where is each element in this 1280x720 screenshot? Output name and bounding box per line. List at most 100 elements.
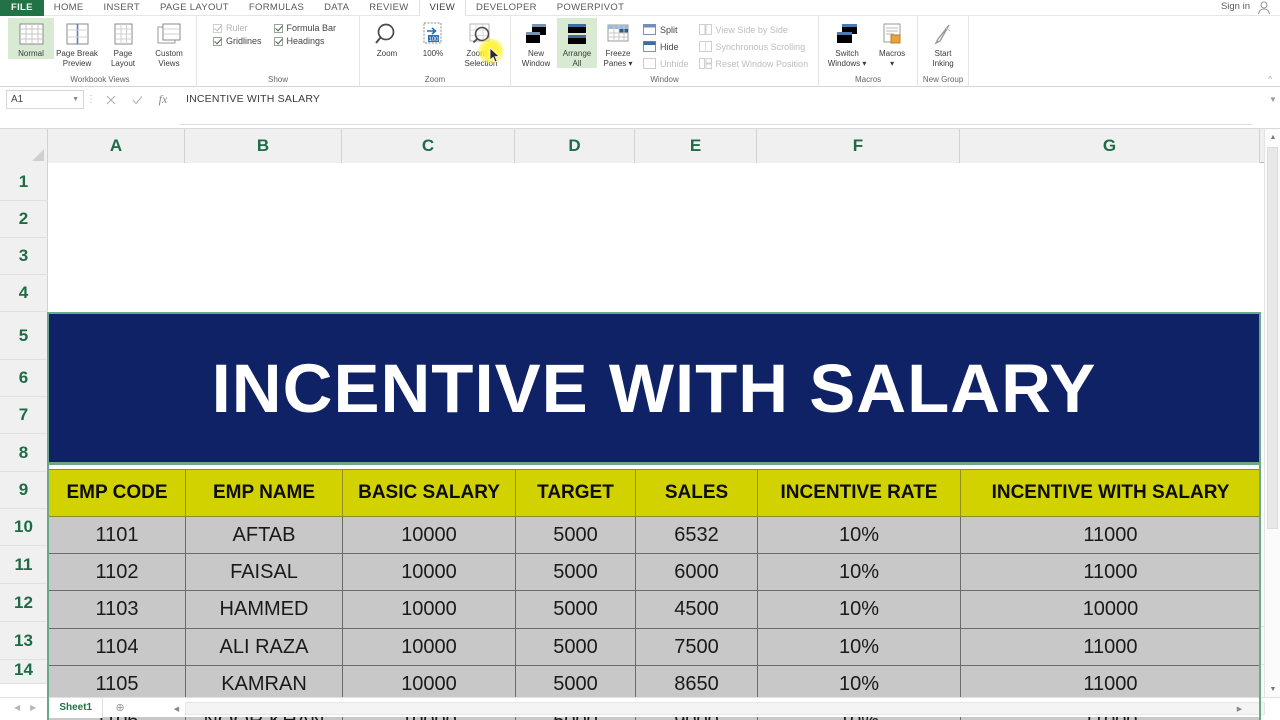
collapse-ribbon-button[interactable]: ^	[1268, 75, 1272, 84]
cell-target[interactable]: 5000	[515, 553, 636, 591]
start-inking-button[interactable]: Start Inking	[922, 18, 964, 68]
vertical-scroll-thumb[interactable]	[1267, 147, 1278, 529]
table-header-cell[interactable]: EMP NAME	[185, 469, 343, 517]
cell-sales[interactable]: 7500	[635, 628, 758, 666]
row-header-label[interactable]: 11	[0, 546, 48, 584]
row-header-label[interactable]: 12	[0, 584, 48, 622]
row-header-label[interactable]: 4	[0, 275, 48, 312]
row-header-label[interactable]: 5	[0, 312, 48, 360]
vertical-scrollbar[interactable]: ▲ ▼	[1264, 129, 1280, 697]
column-header-d[interactable]: D	[515, 129, 635, 163]
cell-basic-salary[interactable]: 10000	[342, 553, 516, 591]
column-header-c[interactable]: C	[342, 129, 515, 163]
zoom-to-selection-button[interactable]: Zoom to Selection	[456, 18, 506, 68]
freeze-panes-button[interactable]: Freeze Panes ▾	[597, 18, 639, 68]
cell-incentive-rate[interactable]: 10%	[757, 516, 961, 554]
cell-emp-name[interactable]: ALI RAZA	[185, 628, 343, 666]
cell-incentive-with-salary[interactable]: 10000	[960, 590, 1261, 629]
hscroll-left-button[interactable]: ◀	[170, 702, 183, 715]
table-header-cell[interactable]: INCENTIVE RATE	[757, 469, 961, 517]
gridlines-checkbox[interactable]: Gridlines	[213, 36, 262, 46]
ribbon-tab-page-layout[interactable]: PAGE LAYOUT	[150, 0, 239, 16]
expand-formula-bar-button[interactable]: ▼	[1266, 90, 1280, 109]
column-header-b[interactable]: B	[185, 129, 342, 163]
cell-incentive-with-salary[interactable]: 11000	[960, 553, 1261, 591]
split-button[interactable]: Split	[643, 22, 689, 37]
cell-emp-name[interactable]: FAISAL	[185, 553, 343, 591]
custom-views-button[interactable]: Custom Views	[146, 18, 192, 68]
chevron-right-icon[interactable]: ▶	[30, 703, 36, 712]
cell-emp-code[interactable]: 1103	[48, 590, 186, 629]
column-header-e[interactable]: E	[635, 129, 757, 163]
row-header-label[interactable]: 7	[0, 397, 48, 434]
ruler-checkbox[interactable]: Ruler	[213, 23, 262, 33]
sign-in-button[interactable]: Sign in	[1221, 1, 1250, 12]
column-header-f[interactable]: F	[757, 129, 960, 163]
cell-target[interactable]: 5000	[515, 516, 636, 554]
row-header-label[interactable]: 2	[0, 201, 48, 238]
table-header-cell[interactable]: EMP CODE	[48, 469, 186, 517]
formula-bar-checkbox[interactable]: Formula Bar	[273, 23, 336, 33]
row-header-label[interactable]: 1	[0, 163, 48, 201]
cell-basic-salary[interactable]: 10000	[342, 590, 516, 629]
ribbon-tab-developer[interactable]: DEVELOPER	[466, 0, 547, 16]
ribbon-tab-home[interactable]: HOME	[44, 0, 94, 16]
cell-incentive-rate[interactable]: 10%	[757, 553, 961, 591]
ribbon-tab-view[interactable]: VIEW	[418, 0, 466, 16]
add-sheet-button[interactable]: ⊕	[103, 701, 137, 714]
user-account-icon[interactable]	[1256, 0, 1272, 15]
cell-basic-salary[interactable]: 10000	[342, 628, 516, 666]
ribbon-tab-insert[interactable]: INSERT	[94, 0, 150, 16]
cell-emp-name[interactable]: AFTAB	[185, 516, 343, 554]
cell-sales[interactable]: 6532	[635, 516, 758, 554]
horizontal-scrollbar[interactable]: ◀ ▶	[170, 702, 1265, 715]
macros-button[interactable]: Macros ▾	[871, 18, 913, 68]
sheet-tab-sheet1[interactable]: Sheet1	[48, 697, 104, 718]
cell-target[interactable]: 5000	[515, 590, 636, 629]
select-all-button[interactable]	[0, 129, 48, 163]
synchronous-scrolling-button[interactable]: Synchronous Scrolling	[698, 39, 809, 54]
table-header-cell[interactable]: SALES	[635, 469, 758, 517]
row-header-label[interactable]: 13	[0, 622, 48, 660]
switch-windows-button[interactable]: Switch Windows ▾	[823, 18, 871, 68]
table-header-cell[interactable]: INCENTIVE WITH SALARY	[960, 469, 1261, 517]
zoom-100-button[interactable]: 100 100%	[410, 18, 456, 59]
unhide-button[interactable]: Unhide	[643, 56, 689, 71]
ribbon-tab-powerpivot[interactable]: POWERPIVOT	[547, 0, 634, 16]
cell-incentive-rate[interactable]: 10%	[757, 628, 961, 666]
row-header-label[interactable]: 9	[0, 472, 48, 509]
page-break-preview-button[interactable]: Page Break Preview	[54, 18, 100, 68]
page-layout-button[interactable]: Page Layout	[100, 18, 146, 68]
arrange-all-button[interactable]: Arrange All	[557, 18, 597, 68]
ribbon-tab-review[interactable]: REVIEW	[359, 0, 418, 16]
ribbon-tab-data[interactable]: DATA	[314, 0, 359, 16]
row-header-label[interactable]: 14	[0, 660, 48, 684]
cell-emp-code[interactable]: 1102	[48, 553, 186, 591]
confirm-entry-button[interactable]	[124, 90, 150, 109]
hscroll-right-button[interactable]: ▶	[1233, 702, 1246, 715]
row-header-label[interactable]: 10	[0, 509, 48, 546]
scroll-down-button[interactable]: ▼	[1265, 681, 1280, 697]
cell-target[interactable]: 5000	[515, 628, 636, 666]
row-header-label[interactable]: 6	[0, 360, 48, 397]
row-header-label[interactable]: 3	[0, 238, 48, 275]
scroll-up-button[interactable]: ▲	[1265, 129, 1280, 145]
headings-checkbox[interactable]: Headings	[273, 36, 337, 46]
insert-function-button[interactable]: fx	[150, 90, 176, 109]
reset-window-position-button[interactable]: Reset Window Position	[698, 56, 808, 71]
column-header-a[interactable]: A	[48, 129, 185, 163]
normal-view-button[interactable]: Normal	[8, 18, 54, 59]
cancel-entry-button[interactable]	[98, 90, 124, 109]
ribbon-tab-formulas[interactable]: FORMULAS	[239, 0, 314, 16]
cell-incentive-with-salary[interactable]: 11000	[960, 628, 1261, 666]
row-header-label[interactable]: 8	[0, 434, 48, 472]
cell-sales[interactable]: 4500	[635, 590, 758, 629]
cell-basic-salary[interactable]: 10000	[342, 516, 516, 554]
name-box[interactable]: A1 ▼	[6, 90, 84, 109]
cell-incentive-with-salary[interactable]: 11000	[960, 516, 1261, 554]
view-side-by-side-button[interactable]: View Side by Side	[698, 22, 809, 37]
new-window-button[interactable]: New Window	[515, 18, 557, 68]
chevron-left-icon[interactable]: ◀	[14, 703, 20, 712]
cell-sales[interactable]: 6000	[635, 553, 758, 591]
table-header-cell[interactable]: BASIC SALARY	[342, 469, 516, 517]
